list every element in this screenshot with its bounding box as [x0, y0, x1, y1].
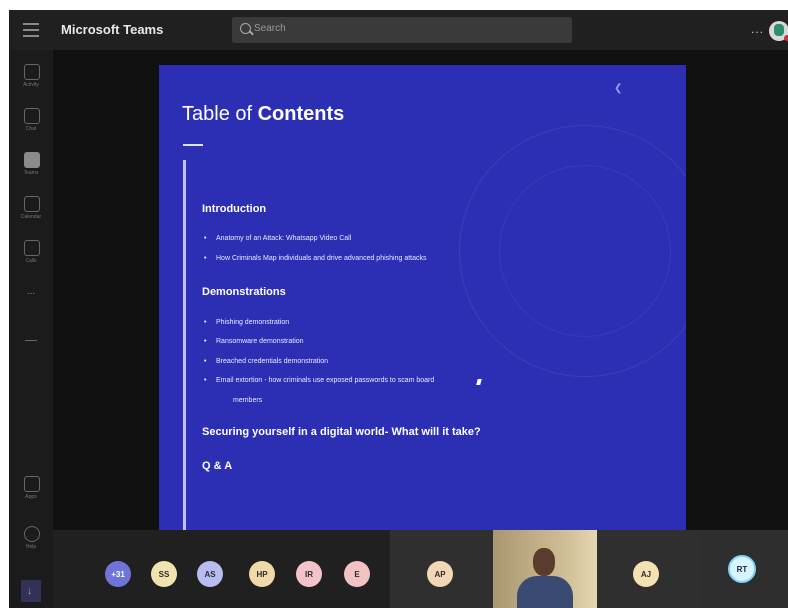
video-person-body [517, 576, 573, 608]
slide-logo: ❮ [614, 83, 623, 94]
bullet-item: Email extortion - how criminals use expo… [204, 377, 434, 384]
rail-item-calls[interactable]: Calls [9, 234, 53, 278]
section-title: Demonstrations [202, 286, 286, 298]
search-icon [240, 23, 251, 34]
rail-item-apps[interactable]: Apps [9, 470, 53, 514]
calendar-icon [24, 196, 40, 212]
section-title: Securing yourself in a digital world- Wh… [202, 426, 481, 438]
video-person-head [533, 548, 555, 576]
menu-icon[interactable] [23, 23, 39, 37]
slide-decoration [499, 165, 671, 337]
bullet-item: Phishing demonstration [204, 319, 289, 326]
left-rail: Activity Chat Teams Calendar Calls ... A… [9, 50, 53, 608]
participant-avatar[interactable]: E [344, 561, 370, 587]
rail-item-label: Activity [23, 82, 39, 88]
more-options-icon[interactable]: ... [751, 22, 764, 36]
participant-avatar[interactable]: HP [249, 561, 275, 587]
participant-avatar[interactable]: SS [151, 561, 177, 587]
rail-item-calendar[interactable]: Calendar [9, 190, 53, 234]
participant-video[interactable] [493, 530, 597, 608]
rail-item-label: Calls [25, 258, 37, 264]
participant-strip: +31 SS AS HP IR E AP AJ RT [53, 530, 788, 608]
chat-icon [24, 108, 40, 124]
help-icon [24, 526, 40, 542]
teams-window: Microsoft Teams Search ... Activity Chat… [9, 10, 788, 608]
rail-item-label: Teams [23, 170, 39, 176]
title-divider [183, 144, 203, 146]
bullet-item: Breached credentials demonstration [204, 358, 328, 365]
bullet-continuation: members [233, 397, 263, 404]
bullet-item: How Criminals Map individuals and drive … [204, 255, 426, 262]
app-title: Microsoft Teams [61, 22, 164, 37]
rail-item-label: Calendar [20, 214, 42, 220]
participant-avatar[interactable]: +31 [105, 561, 131, 587]
rail-item-more[interactable]: ... [9, 278, 53, 322]
participant-avatar[interactable]: AS [197, 561, 223, 587]
bullet-item: Ransomware demonstration [204, 338, 303, 345]
slide-title: Table of Contents [182, 103, 345, 125]
search-input[interactable]: Search [232, 17, 572, 43]
status-indicator [784, 35, 788, 41]
rail-item-label: Apps [25, 494, 37, 500]
bullet-item: Anatomy of an Attack: Whatsapp Video Cal… [204, 235, 351, 242]
participant-tile[interactable]: RT [700, 530, 788, 608]
top-bar: Microsoft Teams Search ... [9, 10, 788, 50]
rail-item-activity[interactable]: Activity [9, 58, 53, 102]
rail-item-chat[interactable]: Chat [9, 102, 53, 146]
rail-item-label: Help [25, 544, 37, 550]
participant-avatar[interactable]: IR [296, 561, 322, 587]
rail-item-teams[interactable]: Teams [9, 146, 53, 190]
rail-item-help[interactable]: Help [9, 520, 53, 564]
participant-avatar[interactable]: AP [427, 561, 453, 587]
teams-icon [24, 152, 40, 168]
section-title: Introduction [202, 203, 267, 215]
rail-item-label: ... [26, 286, 36, 297]
bell-icon [24, 64, 40, 80]
participant-avatar[interactable]: RT [728, 555, 756, 583]
section-title: Q & A [202, 460, 233, 472]
avatar-image [774, 24, 784, 36]
rail-divider [25, 340, 37, 341]
phone-icon [24, 240, 40, 256]
mouse-cursor [476, 379, 482, 385]
apps-icon [24, 476, 40, 492]
search-placeholder: Search [254, 23, 286, 34]
shared-slide: ❮ Table of Contents Introduction Anatomy… [159, 65, 686, 540]
slide-left-bar [183, 160, 186, 540]
download-icon: ↓ [27, 586, 32, 597]
participant-avatar[interactable]: AJ [633, 561, 659, 587]
rail-item-label: Chat [25, 126, 37, 132]
